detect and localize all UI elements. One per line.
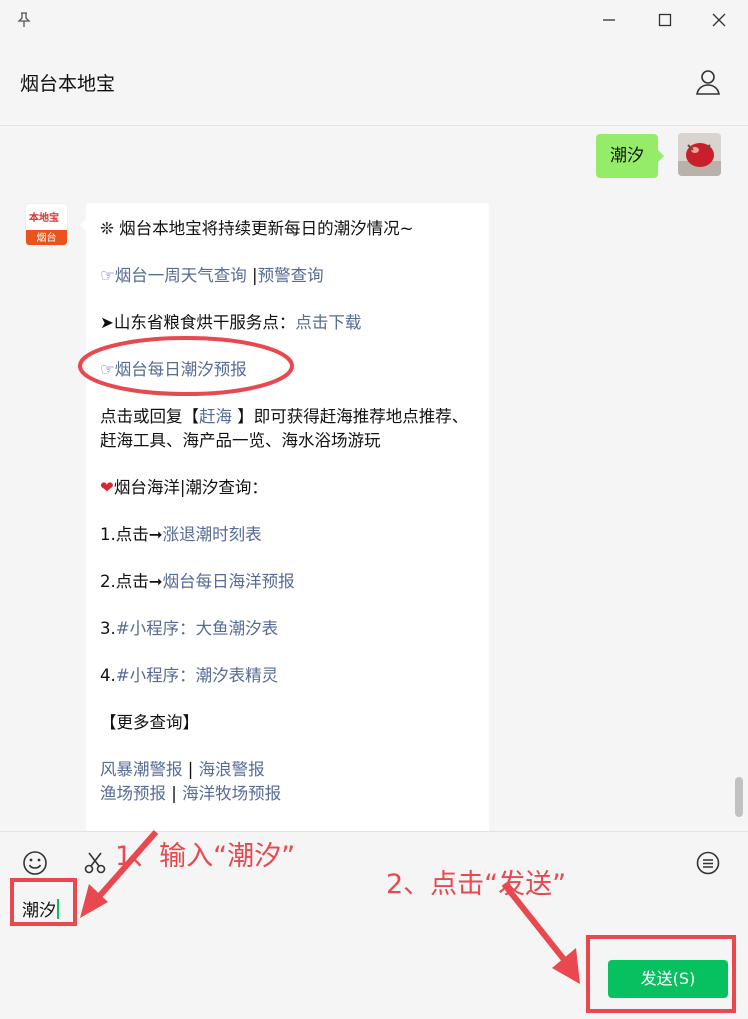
ganhai-keyword-link[interactable]: 赶海 bbox=[199, 407, 232, 426]
window-titlebar bbox=[0, 0, 748, 40]
miniprogram-jingling-link[interactable]: #小程序：潮汐表精灵 bbox=[116, 666, 278, 685]
heart-icon: ❤ bbox=[100, 478, 114, 497]
tide-line: ☞烟台每日潮汐预报 bbox=[100, 358, 475, 382]
weather-separator: | bbox=[246, 266, 258, 285]
scissors-icon[interactable] bbox=[82, 850, 108, 876]
list-item: 4.#小程序：潮汐表精灵 bbox=[100, 664, 475, 688]
ocean-title: 烟台海洋|潮汐查询： bbox=[113, 478, 268, 497]
ganhai-line: 点击或回复【赶海 】即可获得赶海推荐地点推荐、赶海工具、海产品一览、海水浴场游玩 bbox=[100, 405, 475, 453]
close-icon[interactable] bbox=[707, 8, 731, 32]
item4-prefix: 4. bbox=[100, 666, 116, 685]
chat-header: 烟台本地宝 bbox=[0, 40, 748, 126]
outgoing-message[interactable]: 潮汐 bbox=[596, 134, 664, 178]
storm-surge-link[interactable]: 风暴潮警报 bbox=[100, 760, 183, 779]
grain-download-link[interactable]: 点击下载 bbox=[295, 313, 361, 332]
wave-warning-link[interactable]: 海浪警报 bbox=[199, 760, 265, 779]
grain-prefix: ➤山东省粮食烘干服务点： bbox=[100, 313, 296, 332]
list-item: 2.点击➞烟台每日海洋预报 bbox=[100, 570, 475, 594]
bot-avatar[interactable]: 本地宝 烟台 bbox=[25, 203, 68, 246]
list-item: 3.#小程序：大鱼潮汐表 bbox=[100, 617, 475, 641]
maximize-icon[interactable] bbox=[653, 8, 677, 32]
item3-prefix: 3. bbox=[100, 619, 116, 638]
separator: | bbox=[166, 784, 183, 803]
input-highlight-box bbox=[10, 878, 77, 926]
chat-history-icon[interactable] bbox=[695, 850, 721, 876]
person-icon[interactable] bbox=[694, 68, 722, 96]
weather-link[interactable]: 烟台一周天气查询 bbox=[115, 266, 247, 285]
item2-prefix: 2.点击➞ bbox=[100, 572, 163, 591]
tide-forecast-link[interactable]: 烟台每日潮汐预报 bbox=[115, 360, 247, 379]
miniprogram-dayu-link[interactable]: #小程序：大鱼潮汐表 bbox=[116, 619, 278, 638]
minimize-icon[interactable] bbox=[597, 8, 621, 32]
incoming-message: ❊ 烟台本地宝将持续更新每日的潮汐情况~ ☞烟台一周天气查询 |预警查询 ➤山东… bbox=[80, 203, 489, 831]
chat-title: 烟台本地宝 bbox=[20, 73, 116, 95]
fishing-forecast-link[interactable]: 渔场预报 bbox=[100, 784, 166, 803]
scrollbar[interactable] bbox=[735, 777, 743, 817]
my-avatar[interactable] bbox=[678, 133, 721, 176]
pin-icon[interactable] bbox=[12, 8, 36, 32]
intro-line: ❊ 烟台本地宝将持续更新每日的潮汐情况~ bbox=[100, 219, 414, 238]
bot-avatar-label: 烟台 bbox=[26, 230, 67, 245]
tide-times-link[interactable]: 涨退潮时刻表 bbox=[163, 525, 262, 544]
separator: | bbox=[182, 760, 199, 779]
ocean-forecast-link[interactable]: 烟台每日海洋预报 bbox=[163, 572, 295, 591]
warning-link[interactable]: 预警查询 bbox=[258, 266, 324, 285]
weather-line: ☞烟台一周天气查询 |预警查询 bbox=[100, 264, 475, 288]
grain-line: ➤山东省粮食烘干服务点：点击下载 bbox=[100, 311, 475, 335]
weather-prefix: ☞ bbox=[100, 266, 115, 285]
ganhai-prefix: 点击或回复【 bbox=[100, 407, 199, 426]
more-heading: 【更多查询】 bbox=[100, 713, 199, 732]
ranch-forecast-link[interactable]: 海洋牧场预报 bbox=[182, 784, 281, 803]
storm-line: 风暴潮警报 | 海浪警报 bbox=[100, 758, 475, 782]
tide-prefix: ☞ bbox=[100, 360, 115, 379]
emoji-icon[interactable] bbox=[22, 850, 48, 876]
bot-avatar-logo: 本地宝 bbox=[29, 213, 59, 224]
step2-annotation: 2、点击“发送” bbox=[386, 869, 567, 900]
fishing-line: 渔场预报 | 海洋牧场预报 bbox=[100, 782, 475, 806]
ocean-title-line: ❤烟台海洋|潮汐查询： bbox=[100, 476, 475, 500]
chat-messages[interactable]: 潮汐 本地宝 烟台 ❊ 烟台本地宝将持续更新每日的潮汐情况~ ☞烟台一周天气查询… bbox=[0, 127, 748, 831]
step1-annotation: 1、输入“潮汐” bbox=[115, 841, 296, 872]
item1-prefix: 1.点击➞ bbox=[100, 525, 163, 544]
list-item: 1.点击➞涨退潮时刻表 bbox=[100, 523, 475, 547]
send-highlight-box bbox=[586, 935, 736, 1013]
